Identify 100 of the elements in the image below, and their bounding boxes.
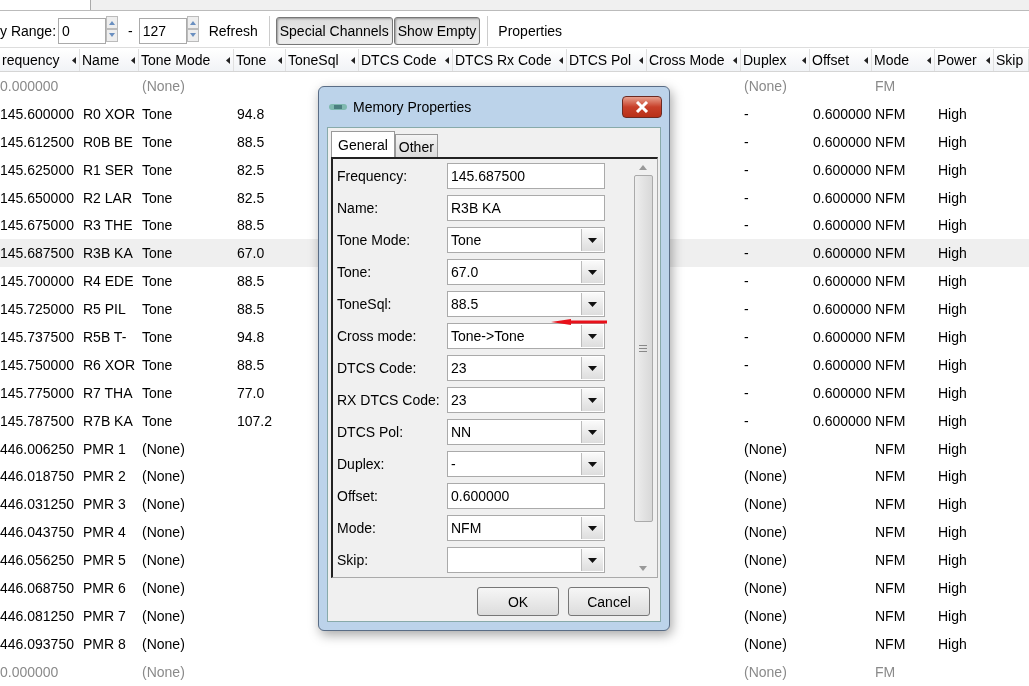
table-cell-text: 88.5: [236, 356, 266, 373]
text-field[interactable]: R3B KA: [447, 195, 605, 221]
table-cell-text: High: [937, 245, 968, 262]
cancel-button[interactable]: Cancel: [568, 587, 650, 616]
table-cell-text: NFM: [874, 105, 907, 122]
table-cell-text: High: [937, 412, 968, 429]
text-field[interactable]: 145.687500: [447, 163, 605, 189]
table-cell-text: 0.600000: [812, 412, 872, 429]
close-button[interactable]: [622, 96, 662, 118]
grip-icon: [639, 345, 647, 352]
table-cell-text: 82.5: [236, 161, 266, 178]
dropdown-arrow-icon[interactable]: [588, 557, 597, 563]
sort-arrow-icon: [927, 56, 931, 64]
column-header[interactable]: requency: [0, 49, 80, 71]
table-cell-text: 145.787500: [0, 412, 75, 429]
table-cell-text: 145.675000: [0, 217, 75, 234]
table-cell-text: NFM: [874, 552, 907, 569]
field-label: Skip:: [337, 552, 370, 568]
column-label: DTCS Rx Code: [455, 52, 552, 68]
field-label: Tone:: [337, 264, 373, 280]
tab[interactable]: Other: [394, 134, 438, 158]
toggle-button[interactable]: Special Channels: [275, 16, 393, 45]
table-cell-text: PMR 8: [82, 635, 127, 652]
table-cell-text: R3 THE: [82, 217, 134, 234]
column-header[interactable]: Skip: [994, 49, 1029, 71]
table-cell-text: PMR 7: [82, 607, 127, 624]
column-header[interactable]: Power: [935, 49, 994, 71]
table-cell-text: Tone: [141, 412, 174, 429]
column-header[interactable]: DTCS Rx Code: [453, 49, 567, 71]
dropdown[interactable]: 23: [447, 387, 605, 413]
table-cell-text: 0.600000: [812, 301, 872, 318]
field-label: Tone Mode:: [337, 232, 412, 248]
tab[interactable]: General: [331, 131, 395, 158]
spinner-icon[interactable]: [186, 16, 199, 45]
column-header[interactable]: DTCS Pol: [567, 49, 647, 71]
dropdown[interactable]: 23: [447, 355, 605, 381]
close-icon: [635, 101, 649, 113]
table-cell-text: Tone: [141, 217, 174, 234]
dropdown-arrow-icon[interactable]: [588, 237, 597, 243]
field-label: Name:: [337, 200, 380, 216]
column-header[interactable]: Cross Mode: [647, 49, 741, 71]
table-cell-text: (None): [743, 552, 788, 569]
text-field[interactable]: 0.600000: [447, 483, 605, 509]
column-label: Name: [82, 52, 120, 68]
dropdown-arrow-icon[interactable]: [588, 525, 597, 531]
dropdown[interactable]: Tone: [447, 227, 605, 253]
table-cell-text: NFM: [874, 524, 907, 541]
dropdown-arrow-icon[interactable]: [588, 269, 597, 275]
table-cell-text: NFM: [874, 384, 907, 401]
sort-arrow-icon: [278, 56, 282, 64]
refresh-button[interactable]: Refresh: [204, 22, 262, 39]
dropdown-arrow-icon[interactable]: [588, 397, 597, 403]
dropdown-arrow-icon[interactable]: [588, 429, 597, 435]
table-cell-text: Tone: [141, 273, 174, 290]
table-cell-text: R5B T-: [82, 328, 128, 345]
table-cell-text: NFM: [874, 496, 907, 513]
table-cell-text: NFM: [874, 161, 907, 178]
column-header[interactable]: ToneSql: [286, 49, 359, 71]
table-cell-text: 0.000000: [0, 663, 60, 680]
column-header[interactable]: Duplex: [741, 49, 810, 71]
column-header[interactable]: Offset: [810, 49, 872, 71]
table-cell-text: 107.2: [236, 412, 274, 429]
toggle-button[interactable]: Show Empty: [393, 16, 481, 45]
table-cell-text: Tone: [141, 161, 174, 178]
dropdown-arrow-icon[interactable]: [588, 365, 597, 371]
table-cell-text: 0.600000: [812, 328, 872, 345]
table-cell-text: High: [937, 524, 968, 541]
table-cell-text: (None): [743, 524, 788, 541]
table-cell-text: 0.600000: [812, 356, 872, 373]
dropdown[interactable]: NN: [447, 419, 605, 445]
column-header[interactable]: Tone: [234, 49, 286, 71]
dropdown[interactable]: Tone->Tone: [447, 323, 605, 349]
field-label: Duplex:: [337, 456, 386, 472]
ok-button[interactable]: OK: [477, 587, 559, 616]
dropdown[interactable]: 67.0: [447, 259, 605, 285]
column-header[interactable]: Mode: [872, 49, 935, 71]
dropdown[interactable]: -: [447, 451, 605, 477]
dropdown-arrow-icon[interactable]: [588, 333, 597, 339]
dropdown-arrow-icon[interactable]: [588, 461, 597, 467]
sort-arrow-icon: [351, 56, 355, 64]
dropdown[interactable]: 88.5: [447, 291, 605, 317]
column-header[interactable]: Name: [80, 49, 139, 71]
table-cell-text: -: [743, 273, 750, 290]
properties-button[interactable]: Properties: [494, 22, 567, 39]
table-cell-text: (None): [743, 579, 788, 596]
column-header[interactable]: DTCS Code: [359, 49, 453, 71]
table-cell-text: 145.600000: [0, 105, 75, 122]
spinner-icon[interactable]: [106, 16, 119, 45]
table-cell-text: High: [937, 496, 968, 513]
dropdown[interactable]: NFM: [447, 515, 605, 541]
table-cell-text: 94.8: [236, 105, 266, 122]
column-header[interactable]: Tone Mode: [139, 49, 234, 71]
table-cell-text: (None): [141, 635, 186, 652]
range-to-field[interactable]: 127: [138, 17, 187, 44]
table-cell-text: 145.700000: [0, 273, 75, 290]
table-cell-text: PMR 1: [82, 440, 127, 457]
range-label: y Range:: [0, 22, 57, 39]
dropdown-arrow-icon[interactable]: [588, 301, 597, 307]
range-from-field[interactable]: 0: [58, 17, 107, 44]
sort-arrow-icon: [445, 56, 449, 64]
